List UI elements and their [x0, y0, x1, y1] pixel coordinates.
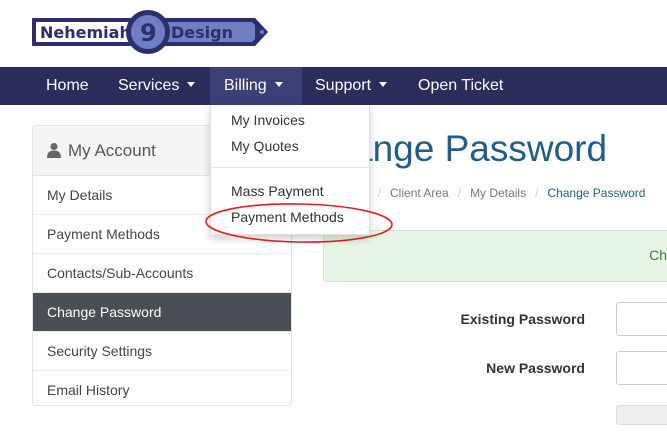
sidebar-title: My Account [68, 141, 156, 160]
nav-billing-label: Billing [224, 77, 267, 94]
nav-support-label: Support [315, 77, 372, 94]
caret-down-icon [379, 82, 388, 88]
menu-item-payment-methods[interactable]: Payment Methods [231, 209, 344, 225]
sidebar-item-email-history[interactable]: Email History [33, 371, 291, 410]
menu-divider [211, 167, 371, 168]
sidebar-item-contacts[interactable]: Contacts/Sub-Accounts [33, 254, 291, 293]
password-strength-bar [616, 405, 667, 425]
breadcrumb-client-area[interactable]: Client Area [390, 186, 449, 200]
breadcrumb-separator: / [535, 186, 539, 200]
nav-services[interactable]: Services [118, 67, 196, 105]
sidebar-item-label: Payment Methods [47, 226, 160, 242]
menu-item-my-quotes[interactable]: My Quotes [231, 138, 299, 154]
nav-services-label: Services [118, 77, 180, 94]
caret-down-icon [187, 82, 196, 88]
alert-text: Ch [649, 247, 667, 263]
breadcrumb-my-details[interactable]: My Details [470, 186, 526, 200]
menu-item-my-invoices[interactable]: My Invoices [231, 112, 305, 128]
existing-password-input[interactable] [616, 302, 667, 336]
nav-open-ticket[interactable]: Open Ticket [418, 67, 503, 105]
nav-billing[interactable]: Billing [210, 67, 302, 105]
sidebar-item-label: Email History [47, 382, 130, 398]
caret-down-icon [274, 82, 283, 88]
breadcrumb: me/Client Area/My Details/Change Passwor… [352, 186, 645, 202]
new-password-input[interactable] [616, 351, 667, 385]
sidebar-item-security-settings[interactable]: Security Settings [33, 332, 291, 371]
nav-open-ticket-label: Open Ticket [418, 77, 504, 94]
menu-item-mass-payment[interactable]: Mass Payment [231, 183, 324, 199]
existing-password-label: Existing Password [460, 311, 585, 327]
breadcrumb-separator: / [457, 186, 462, 200]
nav-support[interactable]: Support [315, 67, 388, 105]
nav-home-label: Home [46, 77, 89, 94]
page-title: ange Password [352, 128, 608, 169]
sidebar-item-label: Security Settings [47, 343, 153, 359]
info-alert: Ch [323, 230, 667, 282]
billing-dropdown-menu: My Invoices My Quotes Mass Payment Payme… [210, 105, 371, 235]
breadcrumb-current: Change Password [547, 186, 646, 200]
sidebar-item-change-password[interactable]: Change Password [33, 293, 291, 332]
logo-number: 9 [140, 19, 157, 47]
main-navbar: Home Services Billing Support Open Ticke… [0, 67, 667, 105]
logo-word-1: Nehemiah [40, 23, 131, 42]
breadcrumb-separator: / [377, 186, 382, 200]
user-icon [47, 143, 61, 158]
sidebar-item-label: My Details [47, 187, 113, 203]
sidebar-item-label: Change Password [47, 304, 162, 320]
logo-word-2: Design [171, 23, 233, 42]
site-header: Nehemiah 9 Design [0, 0, 667, 67]
new-password-label: New Password [486, 360, 585, 376]
brand-logo[interactable]: Nehemiah 9 Design [30, 6, 270, 58]
nav-home[interactable]: Home [46, 67, 89, 105]
sidebar-item-label: Contacts/Sub-Accounts [47, 265, 194, 281]
